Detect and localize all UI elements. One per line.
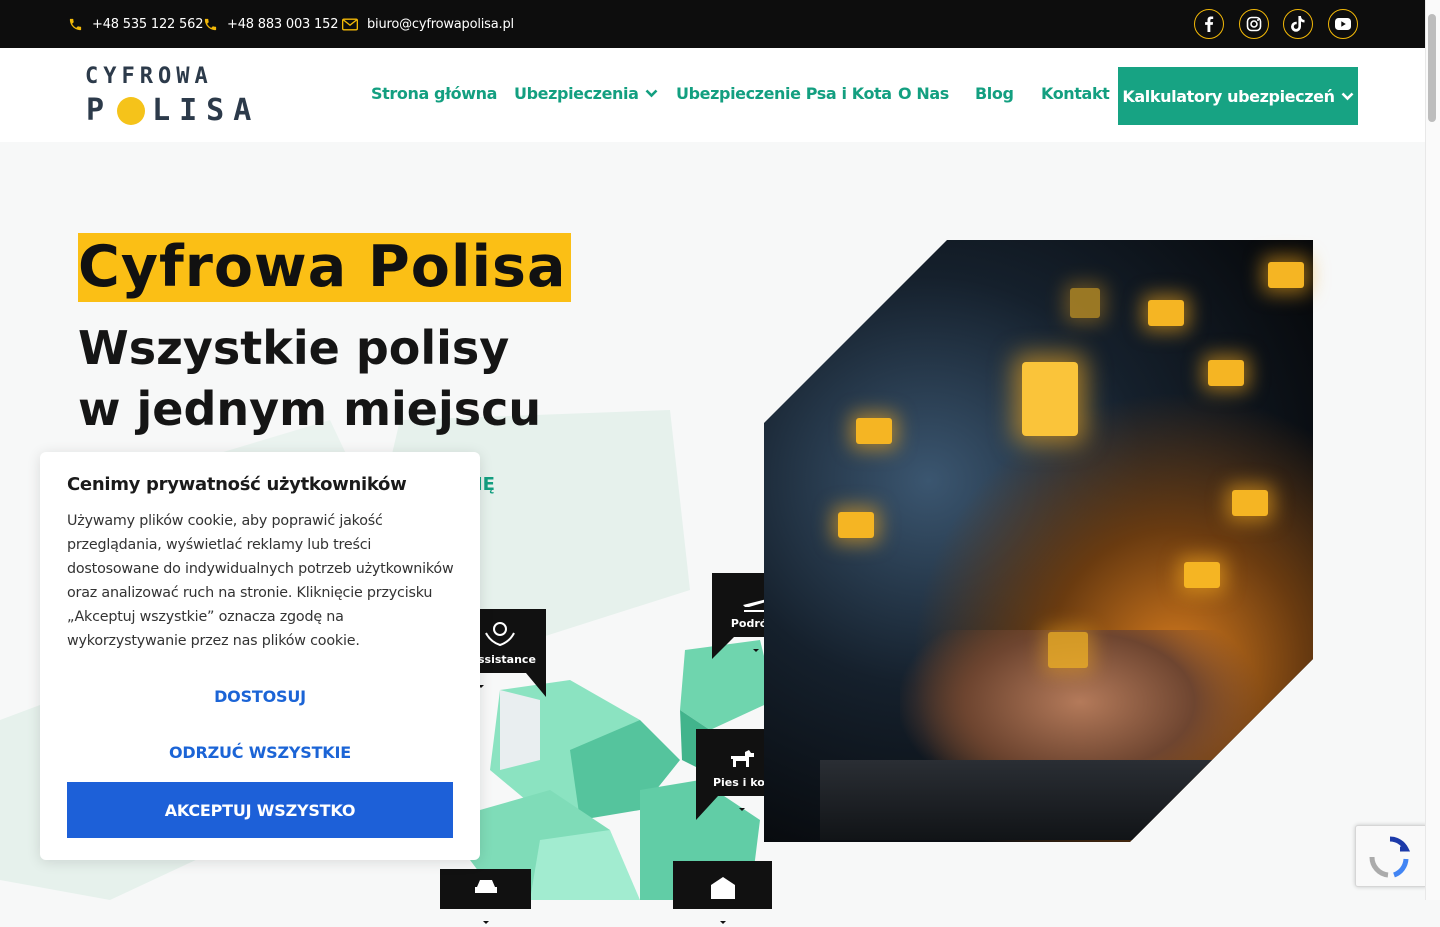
- logo-letters-lisa: LISA: [152, 93, 261, 128]
- accept-all-button[interactable]: AKCEPTUJ WSZYSTKO: [67, 782, 453, 838]
- dog-icon: [730, 750, 754, 767]
- envelope-glow-icon: [838, 512, 874, 538]
- document-glow-icon: [1048, 632, 1088, 668]
- nav-about[interactable]: O Nas: [898, 84, 949, 103]
- top-bar: +48 535 122 562 +48 883 003 152 biuro@cy…: [0, 0, 1425, 48]
- instagram-link[interactable]: [1239, 9, 1269, 39]
- tiktok-icon: [1291, 16, 1305, 32]
- phone-icon: [204, 18, 217, 30]
- tag-assistance[interactable]: ssistance: [478, 609, 546, 688]
- logo-line1[interactable]: CYFROWA: [85, 64, 213, 89]
- tag-car[interactable]: [440, 869, 531, 924]
- car-icon: [474, 880, 497, 893]
- facebook-link[interactable]: [1194, 9, 1224, 39]
- calculators-button[interactable]: Kalkulatory ubezpieczeń: [1118, 67, 1358, 125]
- nav-blog-label: Blog: [975, 84, 1014, 103]
- cookie-consent-dialog: Cenimy prywatność użytkowników Używamy p…: [40, 452, 480, 860]
- tag-pet-label: Pies i kot: [712, 776, 771, 789]
- logo-line2[interactable]: P LISA: [86, 93, 260, 128]
- school-building-icon: [710, 877, 735, 899]
- nav-pet-insurance[interactable]: Ubezpieczenie Psa i Kota: [676, 84, 892, 103]
- chevron-down-icon: [645, 89, 657, 98]
- phone-text-2: +48 883 003 152: [227, 16, 339, 32]
- logo-letter-p: P: [86, 93, 114, 128]
- phone-text-1: +48 535 122 562: [92, 16, 204, 32]
- phone-icon: [69, 18, 82, 30]
- scrollbar-thumb[interactable]: [1428, 14, 1436, 122]
- nav-insurance-label: Ubezpieczenia: [514, 84, 639, 103]
- customize-button[interactable]: DOSTOSUJ: [67, 668, 453, 724]
- recaptcha-icon: [1369, 836, 1411, 878]
- hero-subtitle-line2: w jednym miejscu: [78, 382, 542, 436]
- tag-pet-pointer: [696, 796, 718, 820]
- hero-title-text: Cyfrowa Polisa: [78, 234, 567, 300]
- tag-travel-pointer: [712, 637, 734, 659]
- tiktok-link[interactable]: [1283, 9, 1313, 39]
- cookie-description: Używamy plików cookie, aby poprawić jako…: [67, 513, 454, 649]
- phone-contact-2[interactable]: +48 883 003 152: [203, 0, 338, 48]
- nav-about-label: O Nas: [898, 84, 949, 103]
- envelope-glow-icon: [1268, 262, 1304, 288]
- envelope-glow-icon: [856, 418, 892, 444]
- envelope-glow-icon: [1148, 300, 1184, 326]
- phone-contact-1[interactable]: +48 535 122 562: [68, 0, 203, 48]
- tag-assistance-label: ssistance: [478, 653, 536, 666]
- reject-all-button[interactable]: ODRZUĆ WSZYSTKIE: [67, 724, 453, 780]
- youtube-icon: [1335, 18, 1351, 30]
- envelope-glow-icon: [1208, 360, 1244, 386]
- nav-contact[interactable]: Kontakt: [1041, 84, 1110, 103]
- hero-title: Cyfrowa Polisa: [78, 233, 571, 302]
- facebook-icon: [1205, 16, 1214, 32]
- email-text: biuro@cyfrowapolisa.pl: [367, 16, 514, 32]
- chevron-down-icon: [1341, 92, 1353, 100]
- tag-school[interactable]: [673, 861, 772, 924]
- hero-subtitle-line1: Wszystkie polisy: [78, 321, 510, 375]
- document-glow-icon: [1022, 362, 1078, 436]
- nav-blog[interactable]: Blog: [975, 84, 1014, 103]
- calculators-label: Kalkulatory ubezpieczeń: [1122, 86, 1335, 106]
- nav-pet-insurance-label: Ubezpieczenie Psa i Kota: [676, 84, 892, 103]
- nav-contact-label: Kontakt: [1041, 84, 1110, 103]
- cookie-title: Cenimy prywatność użytkowników: [67, 474, 407, 495]
- logo-sun-icon: [117, 96, 146, 125]
- nav-home[interactable]: Strona główna: [371, 84, 497, 103]
- nav-insurance[interactable]: Ubezpieczenia: [514, 84, 658, 103]
- envelope-glow-icon: [1184, 562, 1220, 588]
- email-contact[interactable]: biuro@cyfrowapolisa.pl: [342, 0, 514, 48]
- page-scrollbar[interactable]: [1425, 0, 1440, 900]
- envelope-glow-icon: [1070, 288, 1100, 318]
- envelope-glow-icon: [1232, 490, 1268, 516]
- care-hands-icon: [485, 622, 515, 647]
- tag-assistance-pointer: [526, 673, 546, 697]
- envelope-icon: [342, 18, 358, 30]
- nav-home-label: Strona główna: [371, 84, 497, 103]
- instagram-icon: [1246, 16, 1262, 32]
- youtube-link[interactable]: [1328, 9, 1358, 39]
- recaptcha-badge[interactable]: [1355, 825, 1427, 887]
